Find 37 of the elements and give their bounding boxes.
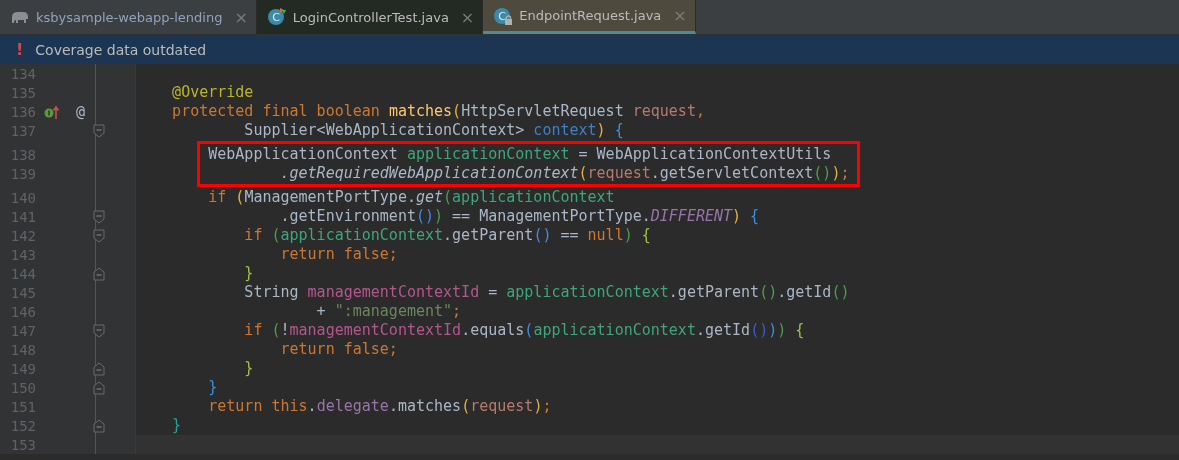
- code-line: String managementContextId = applicationContext.getParent().getId(): [243, 283, 850, 301]
- code-line: .getRequiredWebApplicationContext(request.getServletContext());: [279, 164, 850, 182]
- warning-icon: !: [16, 40, 24, 59]
- fold-icon[interactable]: [93, 228, 105, 243]
- code-line: return false;: [279, 340, 398, 358]
- class-icon: C: [493, 5, 514, 26]
- code-line: protected final boolean matches(HttpServletRequest request,: [171, 102, 705, 120]
- code-line: if (ManagementPortType.get(applicationContext: [207, 188, 615, 206]
- fold-icon[interactable]: [93, 380, 105, 395]
- fold-icon[interactable]: [93, 361, 105, 376]
- close-icon[interactable]: ×: [234, 7, 248, 27]
- code-line: return false;: [279, 245, 398, 263]
- code-line: return this.delegate.matches(request);: [207, 397, 552, 415]
- class-icon: C: [266, 7, 287, 27]
- code-line: }: [243, 359, 254, 377]
- notification-text: Coverage data outdated: [35, 41, 207, 58]
- implement-override-icon[interactable]: [44, 103, 60, 120]
- code-line: if (applicationContext.getParent() == null) {: [243, 226, 651, 244]
- fold-icon[interactable]: [93, 323, 105, 338]
- fold-icon[interactable]: [93, 266, 105, 281]
- editor-tab[interactable]: C EndpointRequest.java ×: [483, 0, 696, 34]
- code-line: + ":management";: [315, 302, 462, 320]
- editor-tab[interactable]: C LoginControllerTest.java ×: [256, 0, 484, 34]
- fold-icon[interactable]: [93, 123, 105, 138]
- annotation-marker[interactable]: @: [76, 103, 86, 121]
- code-line: }: [243, 264, 254, 282]
- fold-icon[interactable]: [93, 209, 105, 224]
- code-line: if (!managementContextId.equals(applicationContext.getId())) {: [243, 321, 805, 339]
- code-line: WebApplicationContext applicationContext = WebApplicationContextUtils: [207, 145, 832, 163]
- code-line: }: [171, 416, 182, 434]
- elephant-icon: [10, 10, 30, 24]
- fold-icon[interactable]: [93, 418, 105, 433]
- code-line: Supplier<WebApplicationContext> context) {: [243, 121, 624, 139]
- close-icon[interactable]: ×: [460, 7, 475, 27]
- code-line: }: [207, 378, 218, 396]
- code-line: .getEnvironment()) == ManagementPortType.DIFFERENT) {: [279, 207, 760, 225]
- code-line: @Override: [171, 83, 254, 101]
